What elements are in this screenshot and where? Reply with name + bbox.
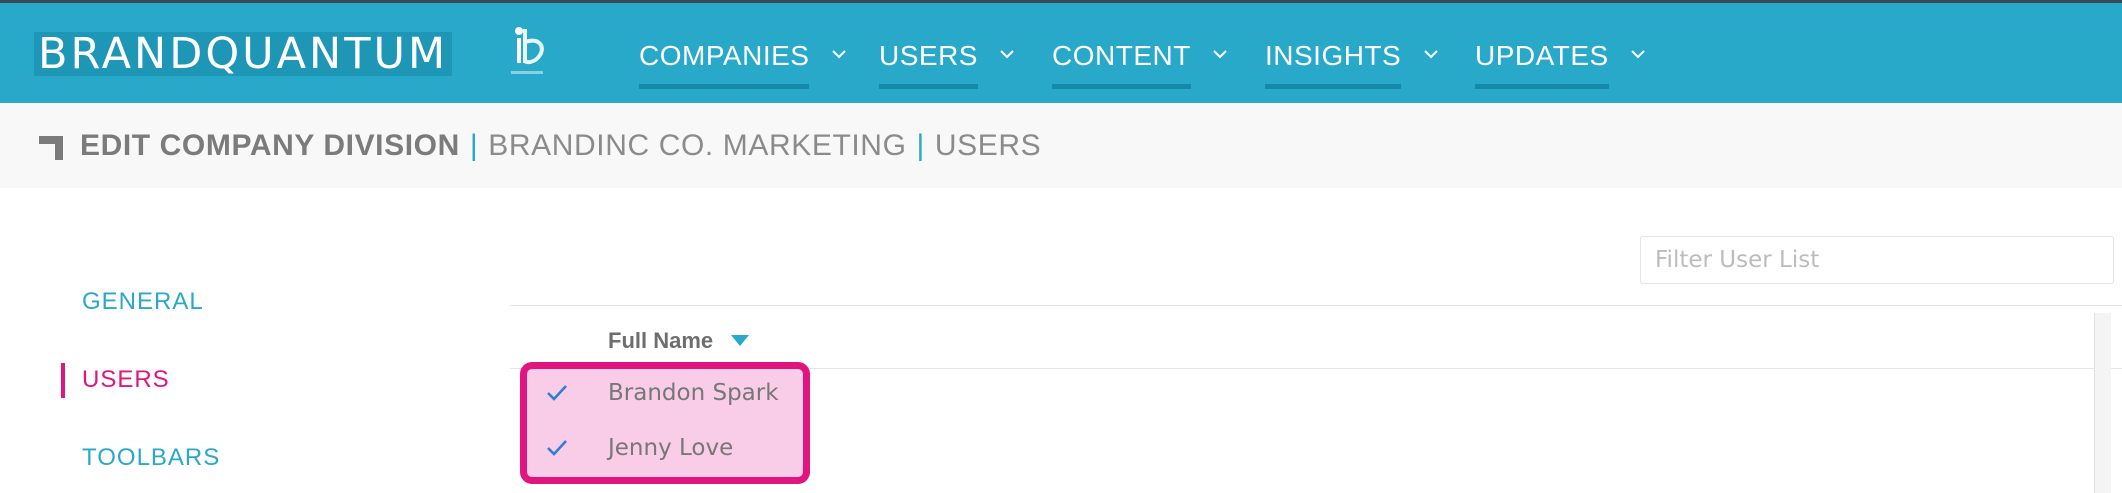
sidebar-item-toolbars[interactable]: TOOLBARS	[82, 444, 220, 472]
breadcrumb: EDIT COMPANY DIVISION | BRANDINC CO. MARKE…	[80, 129, 1041, 163]
filter-user-list-input[interactable]	[1640, 236, 2114, 284]
check-icon[interactable]	[546, 439, 568, 457]
nav-content[interactable]: CONTENT	[1052, 40, 1227, 89]
breadcrumb-section: USERS	[934, 129, 1042, 162]
column-header-full-name[interactable]: Full Name	[608, 328, 750, 354]
table-row[interactable]: Jenny Love	[520, 425, 810, 477]
chevron-down-icon	[1423, 50, 1438, 59]
chevron-down-icon	[832, 50, 846, 59]
user-full-name: Brandon Spark	[608, 380, 779, 406]
nav-updates[interactable]: UPDATES	[1475, 40, 1645, 89]
column-header-label: Full Name	[608, 328, 714, 353]
user-full-name: Jenny Love	[608, 435, 734, 461]
check-icon[interactable]	[546, 384, 568, 402]
chevron-down-icon	[1631, 50, 1645, 59]
nav-users[interactable]: USERS	[879, 40, 1014, 89]
divider	[510, 305, 2122, 306]
nav-content-label: CONTENT	[1052, 40, 1191, 89]
corner-bracket-icon	[39, 136, 63, 160]
chevron-down-icon	[1213, 50, 1227, 59]
brand-logo[interactable]: BRANDQUANTUM	[34, 32, 453, 76]
nav-insights-label: INSIGHTS	[1265, 40, 1402, 89]
scrollbar[interactable]	[2094, 313, 2111, 493]
nav-insights[interactable]: INSIGHTS	[1265, 40, 1438, 89]
sidebar-item-users[interactable]: USERS	[82, 366, 170, 394]
nav-users-label: USERS	[879, 40, 978, 89]
top-navbar: BRANDQUANTUM COMPANIES USERS CONTENT INS…	[0, 0, 2122, 103]
chevron-down-icon	[1000, 50, 1014, 59]
sidebar-item-general[interactable]: GENERAL	[82, 288, 204, 316]
nav-companies-label: COMPANIES	[639, 40, 810, 89]
nav-updates-label: UPDATES	[1475, 40, 1609, 89]
page-title: EDIT COMPANY DIVISION	[80, 129, 460, 162]
breadcrumb-division[interactable]: BRANDINC CO. MARKETING	[488, 129, 906, 162]
table-row[interactable]: Brandon Spark	[520, 370, 810, 422]
nav-companies[interactable]: COMPANIES	[639, 40, 846, 89]
active-indicator	[61, 363, 65, 398]
breadcrumb-separator: |	[469, 129, 479, 162]
division-logo-icon	[511, 27, 544, 74]
breadcrumb-separator: |	[916, 129, 925, 162]
sort-down-icon	[731, 335, 750, 346]
